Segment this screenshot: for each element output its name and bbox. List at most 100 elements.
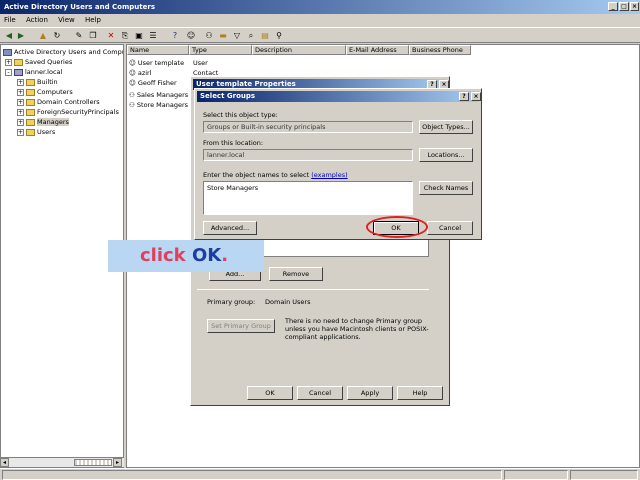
callout-text-ok: OK	[191, 245, 222, 266]
menu-action[interactable]: Action	[22, 14, 52, 26]
help-icon[interactable]: ?	[170, 31, 180, 41]
close-button[interactable]: ×	[630, 2, 639, 11]
column-header-email[interactable]: E-Mail Address	[346, 45, 409, 55]
cancel-button[interactable]: Cancel	[297, 386, 343, 400]
tree-item-users[interactable]: + Users	[17, 127, 55, 137]
object-types-button[interactable]: Object Types...	[419, 120, 473, 134]
tree-root[interactable]: Active Directory Users and Comput	[3, 47, 123, 57]
minimize-button[interactable]: _	[608, 2, 618, 11]
status-pane-2	[504, 470, 568, 480]
remove-button[interactable]: Remove	[269, 267, 323, 281]
instruction-callout: click OK.	[108, 240, 264, 272]
tree-horizontal-scrollbar[interactable]: ◂ ▸	[0, 457, 124, 467]
highlight-circle	[366, 216, 428, 238]
list-item-name: Geoff Fisher	[137, 79, 177, 87]
copy-icon[interactable]: ❐	[88, 31, 98, 41]
primary-group-value: Domain Users	[265, 298, 311, 306]
up-folder-icon[interactable]: ▲	[38, 31, 48, 41]
column-header-type[interactable]: Type	[189, 45, 252, 55]
maximize-button[interactable]: □	[619, 2, 629, 11]
list-item-name: User template	[137, 59, 185, 67]
tree-item-builtin[interactable]: + Builtin	[17, 77, 58, 87]
tree-item-label: Users	[37, 128, 56, 136]
add-to-group-icon[interactable]: ▤	[260, 31, 270, 41]
search-icon[interactable]: ⚲	[274, 31, 284, 41]
menu-view[interactable]: View	[54, 14, 79, 26]
domain-icon	[14, 68, 23, 76]
tree-pane: Active Directory Users and Comput + Saved…	[0, 44, 124, 468]
folder-icon	[26, 88, 35, 96]
callout-text-period: .	[221, 245, 229, 266]
object-type-field: Groups or Built-in security principals	[203, 121, 413, 133]
tree-item-label: Managers	[37, 118, 69, 126]
new-group-icon[interactable]: ⚇	[204, 31, 214, 41]
select-cancel-button[interactable]: Cancel	[427, 221, 473, 235]
ok-button[interactable]: OK	[247, 386, 293, 400]
folder-icon	[26, 98, 35, 106]
new-user-icon[interactable]: ☺	[186, 31, 196, 41]
callout-text-click: click	[140, 245, 186, 266]
delete-icon[interactable]: ✕	[106, 31, 116, 41]
tree-item-computers[interactable]: + Computers	[17, 87, 73, 97]
expand-icon[interactable]: +	[17, 108, 24, 116]
list-item[interactable]: ⚇ Sales ManagersSecurity Group	[129, 90, 242, 100]
tree-item-managers[interactable]: + Managers	[17, 117, 69, 127]
list-item[interactable]: ⚇ Store ManagersSecurity Group	[129, 100, 242, 110]
tree-item-foreign-security[interactable]: + ForeignSecurityPrincipals	[17, 107, 119, 117]
set-primary-group-button[interactable]: Set Primary Group	[207, 319, 275, 333]
back-icon[interactable]: ◀	[4, 31, 14, 41]
column-header-description[interactable]: Description	[252, 45, 346, 55]
select-close-button[interactable]: ×	[471, 92, 481, 101]
object-names-label-text: Enter the object names to select	[203, 171, 310, 179]
collapse-icon[interactable]: -	[5, 68, 12, 76]
expand-icon[interactable]: +	[5, 58, 12, 66]
properties-icon[interactable]: ✎	[74, 31, 84, 41]
list-item[interactable]: ☺ Geoff FisherUser	[129, 78, 208, 88]
apply-button[interactable]: Apply	[347, 386, 393, 400]
expand-icon[interactable]: +	[17, 88, 24, 96]
list-icon[interactable]: ☰	[148, 31, 158, 41]
group-icon: ⚇	[129, 91, 137, 99]
expand-icon[interactable]: +	[17, 118, 24, 126]
expand-icon[interactable]: +	[17, 78, 24, 86]
list-item-name: azirl	[137, 69, 152, 77]
column-header-name[interactable]: Name	[127, 45, 189, 55]
user-icon: ☺	[129, 79, 138, 87]
find-icon[interactable]: ⌕	[246, 31, 256, 41]
expand-icon[interactable]: +	[17, 98, 24, 106]
refresh-icon[interactable]: ↻	[52, 31, 62, 41]
menu-bar: File Action View Help	[0, 14, 640, 26]
primary-group-label: Primary group:	[207, 298, 256, 306]
tree-item-domain[interactable]: - lanner.local	[5, 67, 62, 77]
list-item[interactable]: ☺ azirl Contact	[129, 68, 218, 78]
scroll-right-icon[interactable]: ▸	[113, 458, 122, 467]
primary-group-note: There is no need to change Primary group…	[285, 317, 429, 341]
expand-icon[interactable]: +	[17, 128, 24, 136]
select-help-button[interactable]: ?	[459, 92, 469, 101]
check-names-button[interactable]: Check Names	[419, 181, 473, 195]
object-type-label: Select this object type:	[203, 111, 278, 119]
column-header-phone[interactable]: Business Phone	[409, 45, 471, 55]
new-ou-icon[interactable]: ▬	[218, 31, 228, 41]
menu-file[interactable]: File	[0, 14, 20, 26]
tree-item-domain-controllers[interactable]: + Domain Controllers	[17, 97, 100, 107]
view-icon[interactable]: ▣	[134, 31, 144, 41]
locations-button[interactable]: Locations...	[419, 148, 473, 162]
user-icon: ☺	[129, 59, 138, 67]
scroll-left-icon[interactable]: ◂	[0, 458, 9, 467]
tree-item-label: ForeignSecurityPrincipals	[37, 108, 119, 116]
help-button[interactable]: Help	[397, 386, 443, 400]
advanced-button[interactable]: Advanced...	[203, 221, 257, 235]
filter-icon[interactable]: ▽	[232, 31, 242, 41]
group-icon: ⚇	[129, 101, 137, 109]
export-icon[interactable]: ⎘	[120, 31, 130, 41]
forward-icon[interactable]: ▶	[16, 31, 26, 41]
examples-link[interactable]: (examples)	[311, 171, 347, 179]
object-names-input[interactable]: Store Managers	[203, 181, 413, 215]
menu-help[interactable]: Help	[81, 14, 105, 26]
tree-item-saved-queries[interactable]: + Saved Queries	[5, 57, 72, 67]
toolbar: ◀ ▶ ▲ ↻ ✎ ❐ ✕ ⎘ ▣ ☰ ? ☺ ⚇ ▬ ▽ ⌕ ▤ ⚲	[0, 27, 640, 43]
scroll-thumb[interactable]	[74, 459, 112, 466]
select-groups-titlebar: Select Groups ? ×	[197, 91, 481, 102]
list-item[interactable]: ☺ User template User	[129, 58, 208, 68]
